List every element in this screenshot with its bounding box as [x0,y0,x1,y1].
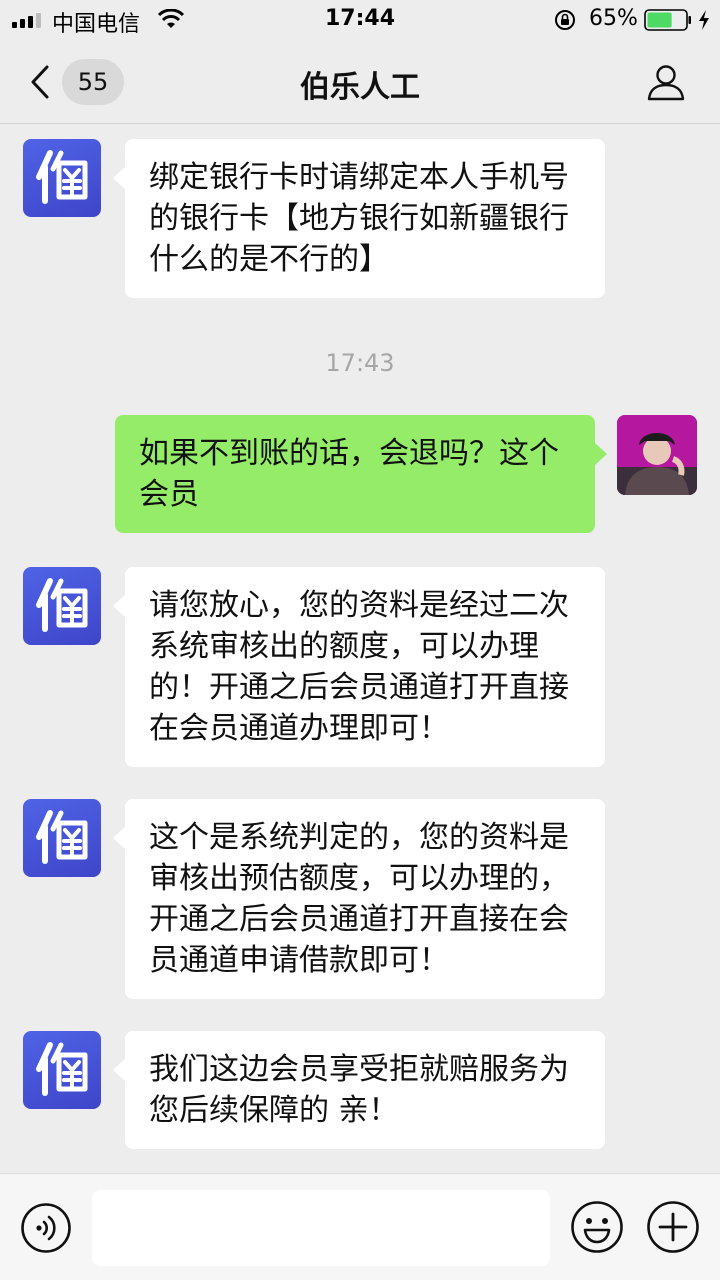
bot-avatar[interactable] [23,1031,101,1109]
chat-message-list[interactable]: 绑定银行卡时请绑定本人手机号的银行卡【地方银行如新疆银行什么的是不行的】 17:… [0,125,720,1173]
battery-percent: 65% [589,6,638,31]
message-input-bar [0,1173,720,1280]
bot-avatar[interactable] [23,799,101,877]
message-timestamp: 17:43 [325,349,395,377]
yuan-logo-icon [36,1042,88,1096]
incoming-message-bubble[interactable]: 这个是系统判定的，您的资料是审核出预估额度，可以办理的，开通之后会员通道打开直接… [113,799,605,999]
yuan-logo-icon [36,578,88,632]
incoming-message-bubble[interactable]: 绑定银行卡时请绑定本人手机号的银行卡【地方银行如新疆银行什么的是不行的】 [113,139,605,298]
yuan-logo-icon [36,150,88,204]
status-bar: 中国电信 17:44 65% [0,0,720,40]
plus-icon[interactable] [646,1200,700,1254]
orientation-lock-icon [555,10,575,30]
bot-avatar[interactable] [23,567,101,645]
battery-icon [644,9,691,31]
nav-bar: 55 伯乐人工 [0,40,720,124]
charging-bolt-icon [699,10,709,30]
yuan-logo-icon [36,810,88,864]
bot-avatar[interactable] [23,139,101,217]
voice-icon[interactable] [20,1202,72,1254]
incoming-message-bubble[interactable]: 请您放心，您的资料是经过二次系统审核出的额度，可以办理的！开通之后会员通道打开直… [113,567,605,767]
user-photo-icon [617,415,697,495]
message-input[interactable] [92,1190,550,1266]
emoji-icon[interactable] [570,1200,624,1254]
outgoing-message-bubble[interactable]: 如果不到账的话，会退吗？这个会员 [115,415,607,533]
user-avatar[interactable] [617,415,697,495]
person-icon[interactable] [646,62,686,102]
page-title: 伯乐人工 [300,70,420,105]
incoming-message-bubble[interactable]: 我们这边会员享受拒就赔服务为您后续保障的 亲！ [113,1031,605,1149]
